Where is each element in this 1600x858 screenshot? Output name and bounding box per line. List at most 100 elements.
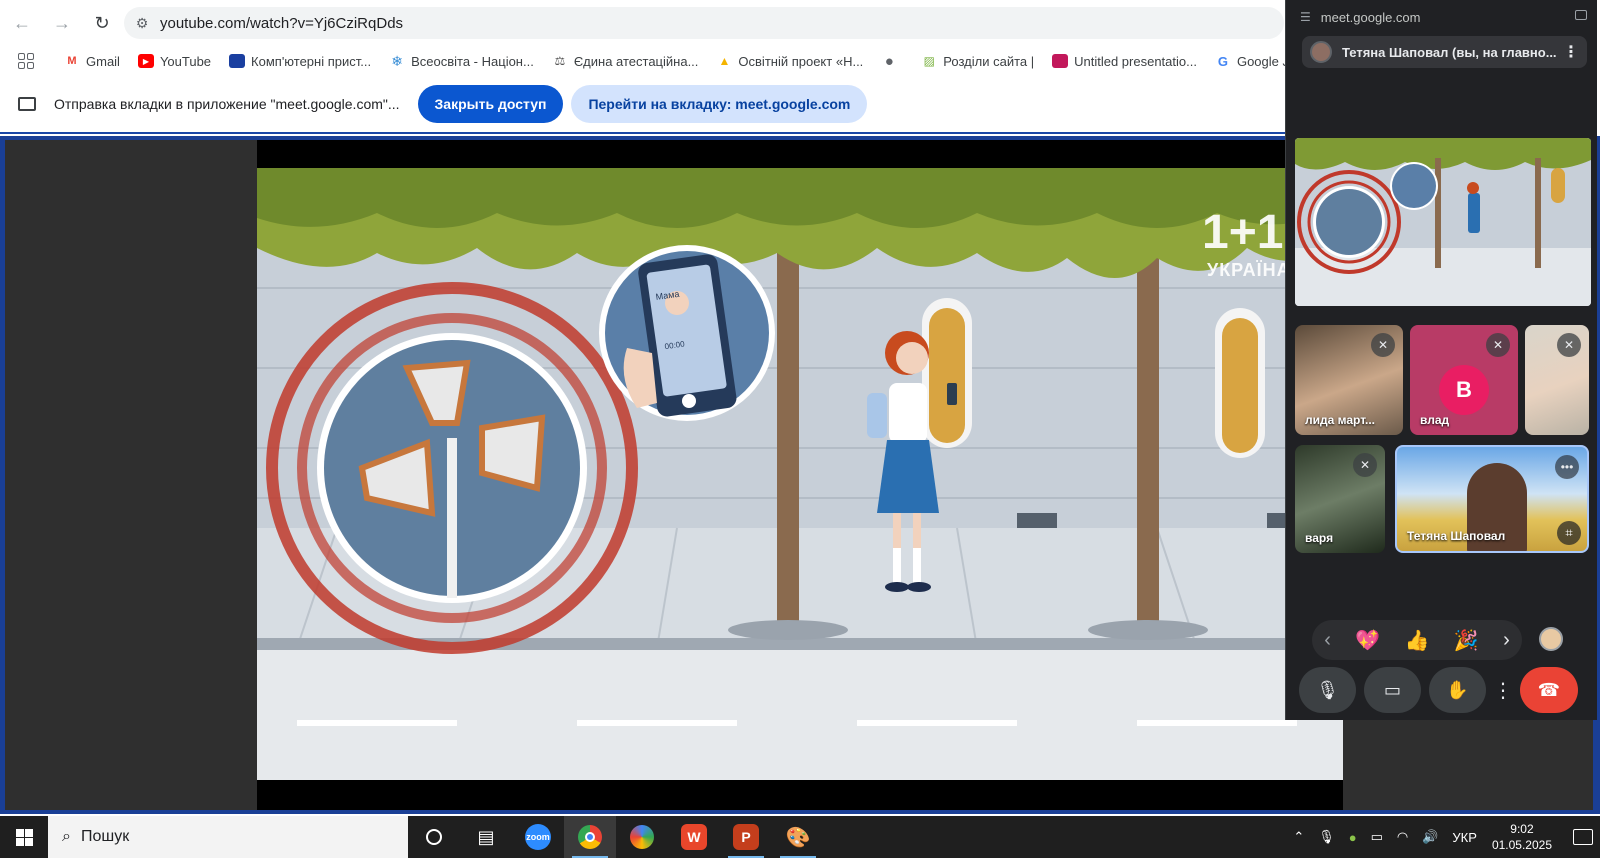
- back-to-tab-icon[interactable]: [1575, 10, 1587, 20]
- microphone-button[interactable]: 🎙: [1299, 667, 1356, 713]
- leave-call-button[interactable]: ☎: [1520, 667, 1578, 713]
- taskbar-search[interactable]: ⌕ Пошук: [48, 816, 408, 858]
- participant-tile[interactable]: ✕ варя: [1295, 445, 1385, 553]
- language-indicator[interactable]: УКР: [1452, 830, 1477, 845]
- taskbar-app-chrome[interactable]: [564, 816, 616, 858]
- bookmark-attestation[interactable]: ⚖ Єдина атестаційна...: [552, 54, 698, 69]
- bookmark-vseosvita[interactable]: ❄ Всеосвіта - Націон...: [389, 52, 534, 69]
- youtube-icon: ▶: [137, 54, 154, 68]
- cortana-button[interactable]: [408, 816, 460, 858]
- bookmark-google-jamboard[interactable]: GGoogle Jamboard: [1215, 54, 1285, 69]
- video-player[interactable]: 1+1 УКРАЇНА Мама 00:00: [257, 140, 1343, 810]
- more-options-icon[interactable]: ⋮: [1563, 42, 1579, 62]
- windows-icon: [15, 828, 33, 846]
- participant-name: Тетяна Шаповал: [1407, 529, 1506, 543]
- task-view-icon: ▤: [477, 826, 495, 847]
- bookmark-youtube[interactable]: ▶ YouTube: [137, 54, 211, 69]
- reload-button[interactable]: ↻: [84, 5, 120, 41]
- skin-tone-button[interactable]: [1539, 627, 1563, 651]
- mic-off-icon: ✕: [1371, 333, 1395, 357]
- video-frame: 1+1 УКРАЇНА Мама 00:00: [257, 168, 1343, 780]
- start-button[interactable]: [0, 816, 48, 858]
- more-options-icon[interactable]: •••: [1555, 455, 1579, 479]
- participant-name: лида март...: [1305, 413, 1376, 427]
- mic-off-icon: ✕: [1557, 333, 1581, 357]
- reaction-heart[interactable]: 💖: [1355, 628, 1380, 653]
- book-icon: [229, 54, 246, 68]
- photos-icon: [630, 825, 654, 849]
- reactions-bar: ‹ 💖 👍 🎉 ›: [1312, 620, 1522, 660]
- show-hidden-icons-icon[interactable]: ⌃: [1293, 829, 1304, 845]
- presenter-chip[interactable]: Тетяна Шаповал (вы, на главно... ⋮: [1302, 36, 1587, 68]
- participant-tile[interactable]: ✕ лида март...: [1295, 325, 1403, 435]
- taskbar-app-paint[interactable]: 🎨: [772, 816, 824, 858]
- forward-button[interactable]: →: [44, 5, 80, 41]
- kebab-icon: ⋮: [1493, 679, 1513, 702]
- hang-up-icon: ☎: [1537, 679, 1561, 700]
- participant-tile-self[interactable]: ••• Тетяна Шаповал ⌗: [1395, 445, 1589, 553]
- bookmark-globe[interactable]: ●: [881, 52, 903, 70]
- road: [257, 650, 1343, 780]
- site-settings-icon[interactable]: ☰: [1300, 10, 1311, 24]
- bookmarks-bar: M Gmail ▶ YouTube Комп'ютерні прист... ❄ Вс…: [0, 46, 1285, 76]
- reaction-thumbs-up[interactable]: 👍: [1405, 628, 1430, 653]
- microphone-tray-icon[interactable]: 🎙: [1318, 829, 1335, 845]
- chevron-right-icon[interactable]: ›: [1503, 629, 1510, 652]
- arrow-right-icon: →: [53, 12, 71, 33]
- volume-icon[interactable]: 🔊: [1422, 829, 1438, 845]
- chevron-left-icon[interactable]: ‹: [1324, 629, 1331, 652]
- address-bar[interactable]: ⚙ youtube.com/watch?v=Yj6CziRqDds: [124, 7, 1284, 39]
- channel-logo: 1+1 УКРАЇНА: [1202, 206, 1291, 280]
- task-view-button[interactable]: ▤: [460, 816, 512, 858]
- taskbar-app-powerpoint[interactable]: P: [720, 816, 772, 858]
- taskbar-app-photos[interactable]: [616, 816, 668, 858]
- tab-sharing-infobar: Отправка вкладки в приложение "meet.goog…: [0, 76, 1285, 134]
- image-icon: ▨: [923, 54, 935, 68]
- snowflake-icon: ❄: [391, 52, 403, 69]
- globe-icon: ●: [884, 52, 894, 70]
- meet-pip-window: ☰ meet.google.com Тетяна Шаповал (вы, на…: [1285, 0, 1597, 720]
- apps-grid-icon[interactable]: [18, 53, 34, 69]
- switch-to-tab-button[interactable]: Перейти на вкладку: meet.google.com: [571, 85, 868, 123]
- bookmark-gmail[interactable]: M Gmail: [64, 54, 120, 69]
- site-info-icon[interactable]: ⚙: [124, 15, 160, 32]
- taskbar-app-wps[interactable]: W: [668, 816, 720, 858]
- participant-tile[interactable]: ✕: [1525, 325, 1589, 435]
- pip-header: ☰ meet.google.com: [1286, 0, 1597, 34]
- mic-off-icon: ✕: [1353, 453, 1377, 477]
- taskbar-app-zoom[interactable]: zoom: [512, 816, 564, 858]
- shared-screen-preview: [1295, 138, 1591, 306]
- battery-icon[interactable]: ▭: [1371, 829, 1383, 845]
- clock[interactable]: 9:02 01.05.2025: [1492, 821, 1552, 853]
- app-tray-icon[interactable]: ●: [1349, 830, 1357, 845]
- bookmark-untitled-presentation[interactable]: Untitled presentatio...: [1052, 54, 1197, 69]
- cast-icon: [18, 97, 36, 111]
- participant-tile[interactable]: ✕ B влад: [1410, 325, 1518, 435]
- phone-call-illustration: [599, 245, 775, 421]
- url-text: youtube.com/watch?v=Yj6CziRqDds: [160, 14, 404, 32]
- notifications-icon[interactable]: [1573, 829, 1593, 845]
- camera-button[interactable]: ▭: [1364, 667, 1421, 713]
- participant-name: влад: [1420, 413, 1450, 427]
- shared-screen-tile[interactable]: [1295, 138, 1591, 306]
- bookmark-education-project[interactable]: ▲ Освітній проект «Н...: [716, 54, 863, 69]
- powerpoint-icon: P: [733, 824, 759, 850]
- svg-text:УКРАЇНА: УКРАЇНА: [1207, 260, 1291, 280]
- crop-icon[interactable]: ⌗: [1557, 521, 1581, 545]
- stop-sharing-button[interactable]: Закрыть доступ: [417, 85, 564, 123]
- raise-hand-button[interactable]: ✋: [1429, 667, 1486, 713]
- bookmark-site-sections[interactable]: ▨ Розділи сайта |: [921, 54, 1034, 69]
- more-options-button[interactable]: ⋮: [1493, 667, 1513, 713]
- gmail-icon: M: [67, 55, 77, 67]
- reaction-party[interactable]: 🎉: [1454, 628, 1479, 653]
- call-controls: 🎙 ▭ ✋ ⋮ ☎: [1299, 667, 1586, 713]
- participant-name: варя: [1305, 531, 1334, 545]
- search-icon: ⌕: [62, 828, 71, 845]
- siren-illustration: [266, 282, 638, 654]
- back-button[interactable]: ←: [4, 5, 40, 41]
- system-tray: ⌃ 🎙 ● ▭ ◠ 🔊 УКР 9:02 01.05.2025: [1286, 816, 1600, 858]
- wifi-icon[interactable]: ◠: [1397, 829, 1408, 845]
- slides-icon: [1052, 54, 1069, 68]
- bookmark-computer-devices[interactable]: Комп'ютерні прист...: [229, 54, 371, 69]
- browser-toolbar: ← → ↻ ⚙ youtube.com/watch?v=Yj6CziRqDds: [0, 0, 1285, 46]
